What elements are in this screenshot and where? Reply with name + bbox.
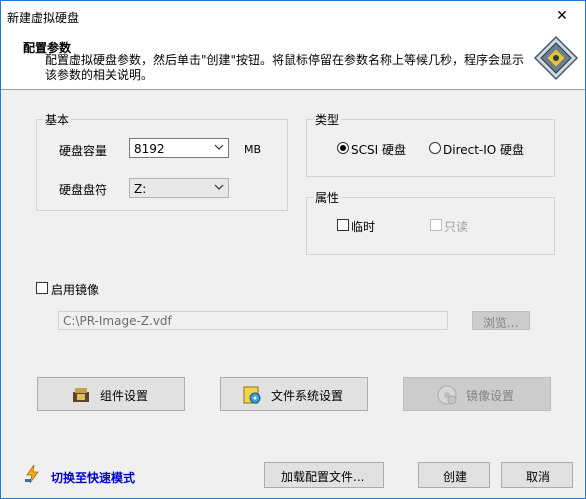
- capacity-combo[interactable]: 8192: [129, 138, 229, 158]
- capacity-label: 硬盘容量: [59, 144, 108, 158]
- filesystem-settings-button[interactable]: 文件系统设置: [220, 377, 368, 411]
- image-settings-button[interactable]: 镜像设置: [403, 377, 551, 411]
- temporary-checkbox[interactable]: [337, 219, 349, 231]
- enable-image-label[interactable]: 启用镜像: [51, 281, 99, 298]
- temporary-label[interactable]: 临时: [351, 218, 375, 235]
- readonly-label: 只读: [444, 220, 469, 234]
- type-legend: 类型: [313, 111, 342, 128]
- create-button[interactable]: 创建: [418, 462, 490, 488]
- image-path-input[interactable]: C:\PR-Image-Z.vdf: [58, 311, 448, 330]
- disc-icon: [437, 385, 457, 405]
- scsi-radio-label[interactable]: SCSI 硬盘: [351, 141, 406, 158]
- hard-disk-icon: [533, 35, 579, 81]
- image-settings-label: 镜像设置: [466, 389, 515, 403]
- cancel-button[interactable]: 取消: [501, 462, 573, 488]
- fast-mode-link[interactable]: 切换至快速模式: [51, 469, 135, 486]
- load-config-label: 加载配置文件...: [281, 470, 365, 484]
- browse-button-label: 浏览...: [483, 316, 519, 330]
- drive-letter-combo[interactable]: Z:: [129, 178, 229, 198]
- title-bar: 新建虚拟硬盘 ✕: [1, 1, 585, 31]
- browse-button[interactable]: 浏览...: [472, 311, 530, 330]
- component-settings-label: 组件设置: [100, 389, 149, 403]
- lightning-icon[interactable]: [23, 464, 43, 484]
- header-description: 配置虚拟硬盘参数，然后单击"创建"按钮。将鼠标停留在参数名称上等候几秒，程序会显…: [45, 53, 525, 82]
- filesystem-icon: [243, 386, 261, 404]
- component-settings-button[interactable]: 组件设置: [37, 377, 185, 411]
- cancel-label: 取消: [526, 470, 551, 484]
- create-label: 创建: [443, 470, 468, 484]
- drive-letter-value: Z:: [134, 182, 147, 196]
- image-path-value: C:\PR-Image-Z.vdf: [63, 314, 172, 328]
- drive-letter-label: 硬盘盘符: [59, 183, 108, 197]
- directio-radio[interactable]: [429, 142, 441, 154]
- window-title: 新建虚拟硬盘: [7, 11, 80, 25]
- readonly-checkbox[interactable]: [430, 219, 442, 231]
- enable-image-checkbox[interactable]: [36, 282, 48, 294]
- basic-legend: 基本: [43, 111, 72, 128]
- load-config-button[interactable]: 加载配置文件...: [264, 462, 384, 488]
- filesystem-settings-label: 文件系统设置: [271, 389, 344, 403]
- capacity-value: 8192: [134, 142, 165, 156]
- header-panel: 配置参数 配置虚拟硬盘参数，然后单击"创建"按钮。将鼠标停留在参数名称上等候几秒…: [1, 31, 585, 90]
- close-button[interactable]: ✕: [539, 1, 585, 31]
- chevron-down-icon: [214, 144, 224, 150]
- component-icon: [73, 388, 89, 402]
- dialog-window: 新建虚拟硬盘 ✕ 配置参数 配置虚拟硬盘参数，然后单击"创建"按钮。将鼠标停留在…: [0, 0, 586, 499]
- scsi-radio[interactable]: [337, 142, 349, 154]
- directio-radio-label[interactable]: Direct-IO 硬盘: [443, 141, 524, 158]
- chevron-down-icon: [214, 184, 224, 190]
- capacity-unit: MB: [244, 143, 262, 156]
- attributes-legend: 属性: [313, 189, 342, 206]
